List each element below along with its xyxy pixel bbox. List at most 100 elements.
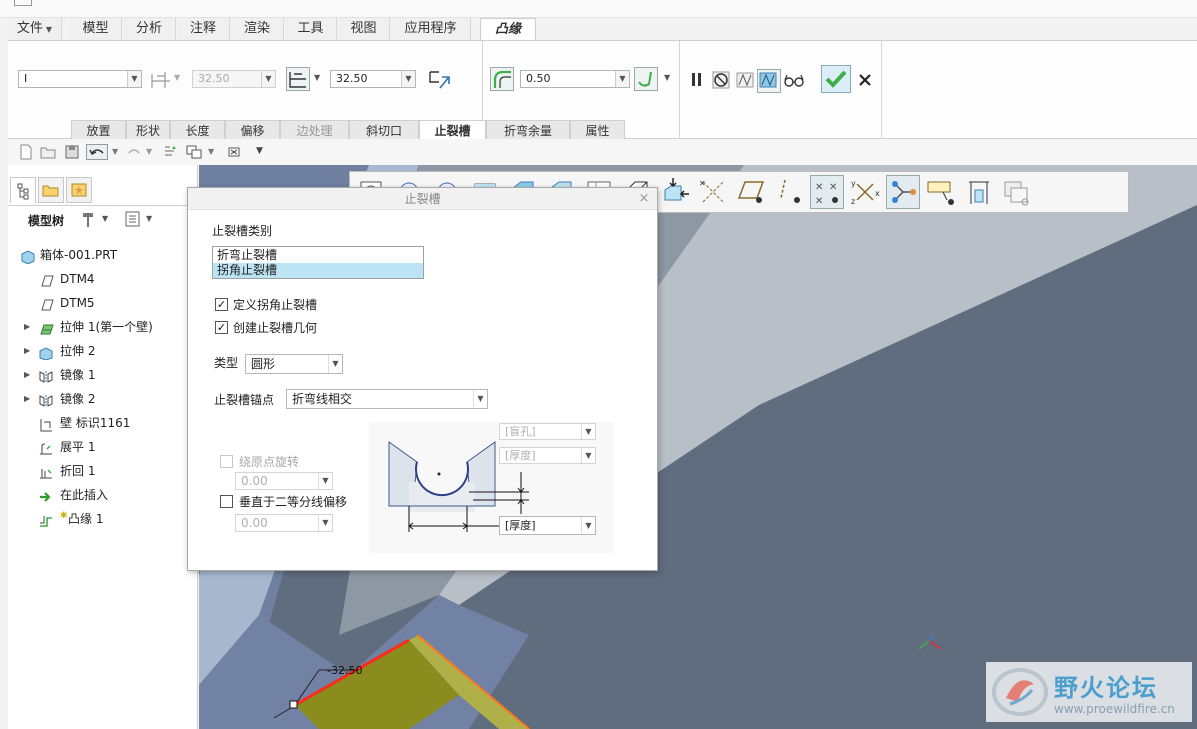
tree-node-flange[interactable]: ✱ 凸缘 1 bbox=[8, 507, 198, 531]
preview-outline-icon[interactable] bbox=[734, 69, 758, 93]
shape-select[interactable]: I ▼ bbox=[18, 70, 142, 88]
pause-icon[interactable] bbox=[686, 69, 710, 93]
subtab-miter-cut[interactable]: 斜切口 bbox=[349, 120, 419, 140]
annotation-display-icon[interactable] bbox=[886, 175, 920, 209]
type-select[interactable]: 圆形 ▼ bbox=[245, 354, 343, 374]
settings-hammer-icon[interactable] bbox=[80, 210, 98, 228]
datum-axes-display-icon[interactable]: ✕ bbox=[696, 175, 730, 209]
regenerate-icon[interactable] bbox=[162, 144, 178, 160]
thickness-select-1[interactable]: [厚度] ▼ bbox=[499, 447, 596, 464]
subtab-relief[interactable]: 止裂槽 bbox=[419, 120, 486, 140]
tree-node-extrude2[interactable]: ▶ 拉伸 2 bbox=[8, 339, 198, 363]
tab-view[interactable]: 视图 bbox=[338, 18, 390, 40]
datum-planes-display-icon[interactable] bbox=[734, 175, 768, 209]
mirror-icon bbox=[38, 392, 54, 407]
bend-radius-icon[interactable] bbox=[490, 67, 514, 91]
expand-arrow-icon[interactable]: ▶ bbox=[24, 339, 30, 363]
subtab-edge-treatment[interactable]: 边处理 bbox=[280, 120, 349, 140]
spin-center-icon[interactable] bbox=[658, 175, 692, 209]
csys-display-icon[interactable]: y x z bbox=[848, 175, 882, 209]
verify-glasses-icon[interactable] bbox=[782, 69, 806, 93]
no-preview-icon[interactable] bbox=[710, 69, 734, 93]
tree-node-wall[interactable]: 壁 标识1161 bbox=[8, 411, 198, 435]
tab-applications[interactable]: 应用程序 bbox=[391, 18, 471, 40]
tab-model-tree[interactable] bbox=[10, 177, 36, 203]
tree-node-insert-here[interactable]: 在此插入 bbox=[8, 483, 198, 507]
radius-side-icon[interactable] bbox=[634, 67, 658, 91]
length-type-1-icon[interactable] bbox=[148, 67, 172, 91]
tab-render[interactable]: 渲染 bbox=[231, 18, 284, 40]
create-relief-geometry-checkbox[interactable]: ✓ bbox=[215, 321, 228, 334]
relief-category-list[interactable]: 折弯止裂槽 拐角止裂槽 bbox=[212, 246, 424, 279]
tree-node-dtm4[interactable]: DTM4 bbox=[8, 267, 198, 291]
save-icon[interactable] bbox=[64, 144, 80, 160]
tab-tools[interactable]: 工具 bbox=[285, 18, 337, 40]
bendback-icon bbox=[38, 464, 54, 479]
length1-input[interactable]: 32.50 ▼ bbox=[192, 70, 276, 88]
subtab-length[interactable]: 长度 bbox=[170, 120, 225, 140]
anchor-select[interactable]: 折弯线相交 ▼ bbox=[286, 389, 488, 409]
dimension-label[interactable]: -32.50 bbox=[327, 664, 362, 677]
datum-plane-icon bbox=[38, 296, 54, 311]
flip-profile-icon[interactable] bbox=[426, 67, 450, 91]
new-file-icon[interactable] bbox=[18, 144, 34, 160]
tab-flange[interactable]: 凸缘 bbox=[480, 18, 536, 41]
tree-node-dtm5[interactable]: DTM5 bbox=[8, 291, 198, 315]
open-folder-icon[interactable] bbox=[40, 144, 56, 160]
expand-arrow-icon[interactable]: ▶ bbox=[24, 363, 30, 387]
tree-node-mirror1[interactable]: ▶ 镜像 1 bbox=[8, 363, 198, 387]
subtab-offset[interactable]: 偏移 bbox=[225, 120, 280, 140]
expand-arrow-icon[interactable]: ▶ bbox=[24, 315, 30, 339]
subtab-properties[interactable]: 属性 bbox=[570, 120, 625, 140]
tab-model[interactable]: 模型 bbox=[70, 18, 122, 40]
show-list-icon[interactable] bbox=[124, 210, 142, 228]
tab-folder-browser[interactable] bbox=[38, 177, 64, 203]
close-window-icon[interactable] bbox=[226, 144, 242, 160]
tree-node-bendback[interactable]: 折回 1 bbox=[8, 459, 198, 483]
expand-arrow-icon[interactable]: ▶ bbox=[24, 387, 30, 411]
blind-hole-select[interactable]: [盲孔] ▼ bbox=[499, 423, 596, 440]
subtab-bend-allowance[interactable]: 折弯余量 bbox=[486, 120, 570, 140]
point-display-icon[interactable]: ✕ ✕ ✕ bbox=[810, 175, 844, 209]
subtab-placement[interactable]: 放置 bbox=[71, 120, 126, 140]
list-item-corner-relief[interactable]: 拐角止裂槽 bbox=[213, 263, 423, 278]
tab-annotate[interactable]: 注释 bbox=[177, 18, 230, 40]
customize-toolbar-icon[interactable]: ▼ bbox=[256, 146, 263, 156]
tree-node-label: 展平 1 bbox=[60, 440, 96, 454]
length-type-2-icon[interactable] bbox=[286, 67, 310, 91]
cancel-button[interactable] bbox=[854, 69, 878, 93]
tree-node-mirror2[interactable]: ▶ 镜像 2 bbox=[8, 387, 198, 411]
rotate-origin-input[interactable]: 0.00 ▼ bbox=[235, 472, 333, 490]
redo-icon[interactable] bbox=[126, 144, 142, 160]
subtab-shape[interactable]: 形状 bbox=[126, 120, 170, 140]
note-display-icon[interactable] bbox=[924, 175, 958, 209]
layers-display-icon[interactable] bbox=[1000, 175, 1034, 209]
length2-input[interactable]: 32.50 ▼ bbox=[330, 70, 416, 88]
datum-points-display-icon[interactable] bbox=[772, 175, 806, 209]
rotate-origin-checkbox[interactable] bbox=[220, 455, 233, 468]
chevron-down-icon: ▼ bbox=[615, 71, 629, 87]
chevron-down-icon: ▼ bbox=[664, 73, 671, 82]
offset-bisector-checkbox[interactable] bbox=[220, 495, 233, 508]
tree-node-unbend[interactable]: 展平 1 bbox=[8, 435, 198, 459]
drag-handle[interactable] bbox=[289, 700, 298, 709]
tab-analysis[interactable]: 分析 bbox=[123, 18, 176, 40]
tree-node-part[interactable]: 箱体-001.PRT bbox=[8, 243, 198, 267]
checkmark-icon bbox=[825, 70, 847, 88]
tree-node-extrude1[interactable]: ▶ 拉伸 1(第一个壁) bbox=[8, 315, 198, 339]
confirm-button[interactable] bbox=[821, 65, 851, 93]
thickness-select-2[interactable]: [厚度] ▼ bbox=[499, 516, 596, 535]
list-item-bend-relief[interactable]: 折弯止裂槽 bbox=[213, 248, 423, 263]
tab-favorites[interactable] bbox=[66, 177, 92, 203]
tab-file[interactable]: 文件 ▼ bbox=[8, 18, 62, 40]
windows-icon[interactable] bbox=[186, 144, 202, 160]
model-tree-toolbar: 模型树 ▼ ▼ bbox=[8, 205, 198, 231]
close-icon[interactable]: × bbox=[637, 188, 651, 210]
radius-input[interactable]: 0.50 ▼ bbox=[520, 70, 630, 88]
dimension-display-icon[interactable] bbox=[962, 175, 996, 209]
define-corner-relief-checkbox[interactable]: ✓ bbox=[215, 298, 228, 311]
undo-icon[interactable] bbox=[86, 144, 108, 160]
preview-shaded-icon[interactable] bbox=[757, 69, 781, 93]
offset-bisector-input[interactable]: 0.00 ▼ bbox=[235, 514, 333, 532]
wall-icon bbox=[38, 416, 54, 432]
